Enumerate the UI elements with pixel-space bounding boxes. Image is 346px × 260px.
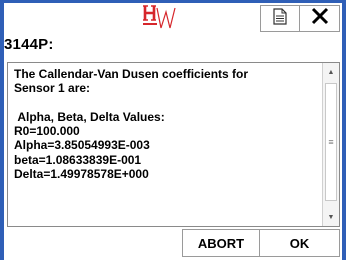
document-button[interactable] bbox=[260, 5, 300, 32]
close-button[interactable] bbox=[300, 5, 340, 32]
document-icon bbox=[273, 7, 287, 30]
dialog-title: 3144P: bbox=[4, 36, 54, 53]
window-border-right bbox=[342, 0, 346, 260]
scroll-down-icon[interactable]: ▼ bbox=[323, 210, 339, 224]
abort-button[interactable]: ABORT bbox=[182, 229, 260, 257]
dialog-window: 3144P: The Callendar-Van Dusen coefficie… bbox=[0, 0, 346, 260]
hw-logo-icon bbox=[142, 2, 184, 32]
vertical-scrollbar[interactable]: ▲ ≡ ▼ bbox=[322, 63, 339, 226]
close-x-icon bbox=[311, 7, 329, 30]
message-area[interactable]: The Callendar-Van Dusen coefficients for… bbox=[7, 62, 340, 227]
message-text: The Callendar-Van Dusen coefficients for… bbox=[14, 67, 249, 182]
scroll-thumb[interactable]: ≡ bbox=[325, 83, 337, 201]
ok-button[interactable]: OK bbox=[260, 229, 340, 257]
scroll-up-icon[interactable]: ▲ bbox=[323, 65, 339, 79]
